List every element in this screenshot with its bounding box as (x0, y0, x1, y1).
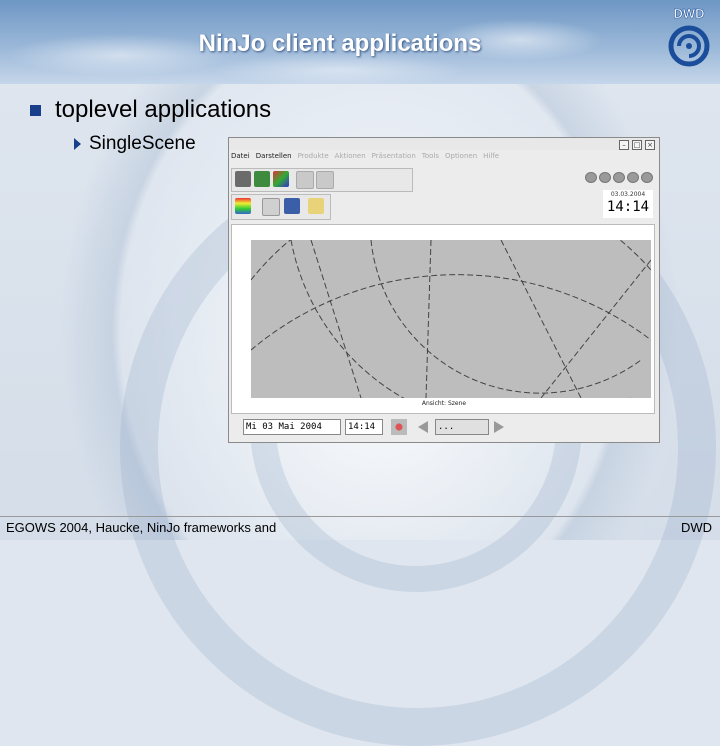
status-indicators (585, 172, 653, 183)
menu-optionen[interactable]: Optionen (445, 152, 477, 164)
menu-produkte[interactable]: Produkte (298, 152, 329, 164)
menu-hilfe[interactable]: Hilfe (483, 152, 499, 164)
clock-display: 03.03.2004 14:14 (603, 190, 653, 218)
satellite-icon[interactable] (262, 198, 280, 216)
window-titlebar: – □ × (229, 138, 659, 150)
redo-icon[interactable] (316, 171, 334, 189)
status-led-icon (613, 172, 625, 183)
map-graticule (250, 180, 652, 429)
main-toolbar (231, 168, 413, 192)
slide-title: NinJo client applications (198, 30, 482, 57)
time-field[interactable]: 14:14 (345, 419, 383, 435)
bullet-1-text: toplevel applications (55, 96, 272, 123)
date-field[interactable]: Mi 03 Mai 2004 (243, 419, 341, 435)
menu-tools[interactable]: Tools (422, 152, 439, 164)
time-control-bar: Mi 03 Mai 2004 14:14 ... (231, 418, 655, 438)
clock-time: 14:14 (606, 199, 650, 215)
dwd-logo: DWD (668, 6, 710, 67)
thermometer-icon[interactable] (284, 198, 300, 214)
status-led-icon (641, 172, 653, 183)
logo-text: DWD (673, 6, 704, 21)
bullet-2-text: SingleScene (89, 133, 196, 154)
menu-darstellen[interactable]: Darstellen (256, 152, 292, 164)
menu-praesentation[interactable]: Präsentation (372, 152, 416, 164)
palette-icon[interactable] (235, 198, 251, 214)
clock-date: 03.03.2004 (610, 191, 646, 198)
undo-icon[interactable] (296, 171, 314, 189)
step-forward-icon[interactable] (491, 419, 507, 435)
layers-icon[interactable] (254, 171, 270, 187)
maximize-button[interactable]: □ (632, 140, 642, 150)
bullet-square-icon (30, 104, 41, 116)
menu-bar: Datei Darstellen Produkte Aktionen Präse… (231, 152, 499, 164)
minimize-button[interactable]: – (619, 140, 629, 150)
bullet-toplevel: toplevel applications (30, 96, 271, 124)
bullet-arrow-icon (74, 138, 81, 150)
footer-right: DWD (680, 520, 712, 535)
close-button[interactable]: × (645, 140, 655, 150)
layer-toolbar (231, 194, 331, 220)
footer-left: EGOWS 2004, Haucke, NinJo frameworks and (6, 520, 277, 535)
menu-aktionen[interactable]: Aktionen (335, 152, 366, 164)
map-caption: Ansicht: Szene (421, 400, 467, 407)
menu-datei[interactable]: Datei (231, 152, 250, 164)
footer-divider (0, 516, 720, 517)
animation-icon[interactable] (391, 419, 407, 435)
status-led-icon (627, 172, 639, 183)
print-icon[interactable] (235, 171, 251, 187)
status-led-icon (599, 172, 611, 183)
step-field[interactable]: ... (435, 419, 489, 435)
bullet-singlescene: SingleScene (74, 133, 196, 155)
colors-icon[interactable] (273, 171, 289, 187)
step-back-icon[interactable] (415, 419, 431, 435)
status-led-icon (585, 172, 597, 183)
singlescene-window: – □ × Datei Darstellen Produkte Aktionen… (228, 137, 660, 443)
map-view[interactable] (250, 180, 652, 429)
chart-icon[interactable] (308, 198, 324, 214)
slide-header: NinJo client applications DWD (0, 0, 720, 84)
